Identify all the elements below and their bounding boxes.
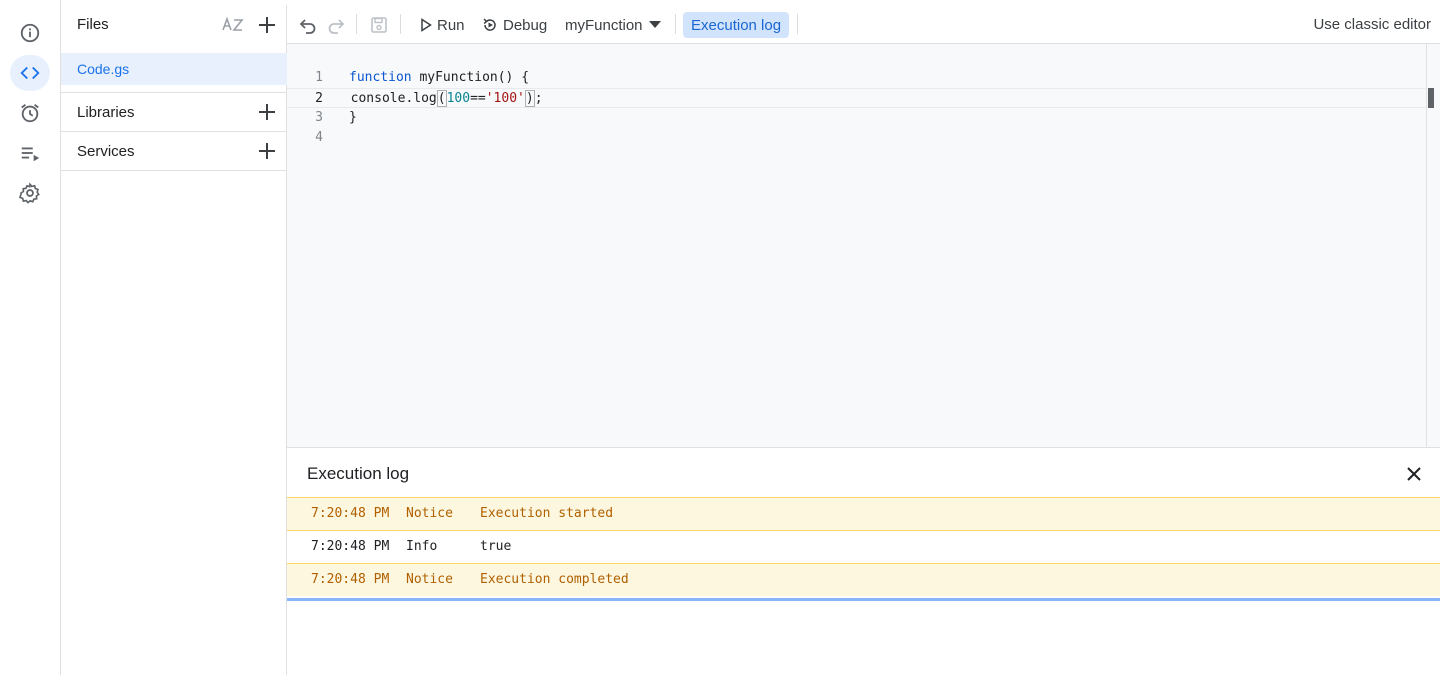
undo-button[interactable] xyxy=(299,12,317,38)
close-log-button[interactable] xyxy=(1402,462,1426,486)
log-row: 7:20:48 PM Info true xyxy=(287,530,1440,563)
bracket-token: ) xyxy=(524,90,535,107)
log-rows: 7:20:48 PM Notice Execution started 7:20… xyxy=(287,497,1440,596)
execution-log-title: Execution log xyxy=(307,464,410,483)
code-line: 1 function myFunction() { xyxy=(287,68,1426,88)
code-line-current: 2 console.log(100=='100'); xyxy=(287,88,1426,108)
services-label: Services xyxy=(77,143,135,160)
services-section: Services xyxy=(61,131,287,170)
undo-icon xyxy=(299,19,316,34)
save-button[interactable] xyxy=(370,12,388,38)
redo-icon xyxy=(328,19,345,34)
debug-label: Debug xyxy=(503,16,548,34)
triggers-button[interactable] xyxy=(10,95,50,131)
sort-files-button[interactable] xyxy=(221,13,245,37)
info-icon xyxy=(20,23,40,43)
function-select[interactable]: myFunction xyxy=(565,12,661,38)
log-time: 7:20:48 PM xyxy=(311,572,390,587)
plus-icon xyxy=(259,143,275,159)
dropdown-arrow-icon xyxy=(648,21,661,28)
overview-button[interactable] xyxy=(10,15,50,51)
line-number: 1 xyxy=(315,70,323,85)
files-panel: Files Code.gs Libraries Services xyxy=(61,5,287,675)
operator-token: == xyxy=(470,91,486,106)
sort-az-icon xyxy=(222,16,244,31)
executions-button[interactable] xyxy=(10,135,50,171)
function-select-value: myFunction xyxy=(565,16,643,34)
toolbar-separator xyxy=(797,14,798,34)
files-title: Files xyxy=(77,16,109,33)
run-label: Run xyxy=(437,16,465,34)
add-service-button[interactable] xyxy=(255,139,279,163)
editor-scrollbar[interactable] xyxy=(1426,44,1440,447)
debug-button[interactable]: Debug xyxy=(482,12,547,38)
close-icon xyxy=(1407,467,1421,481)
file-item-code-gs[interactable]: Code.gs xyxy=(61,53,287,85)
log-level: Info xyxy=(406,539,438,554)
code-line: 3 } xyxy=(287,108,1426,128)
string-token: '100' xyxy=(485,91,525,106)
debug-icon xyxy=(483,18,496,31)
executions-icon xyxy=(21,147,40,162)
execution-log-panel: Execution log 7:20:48 PM Notice Executio… xyxy=(287,447,1440,675)
scrollbar-thumb[interactable] xyxy=(1428,88,1434,108)
code-icon xyxy=(20,66,40,80)
code-text: } xyxy=(349,110,357,125)
code-token: myFunction() { xyxy=(411,70,530,85)
number-token: 100 xyxy=(446,91,471,106)
redo-button[interactable] xyxy=(327,12,345,38)
libraries-label: Libraries xyxy=(77,104,135,121)
code-token: ; xyxy=(534,91,543,106)
settings-gear-icon xyxy=(19,182,40,204)
use-classic-editor-link[interactable]: Use classic editor xyxy=(1313,16,1431,33)
code-token: console.log xyxy=(335,91,437,106)
plus-icon xyxy=(259,17,275,33)
section-divider xyxy=(61,170,287,171)
code-line: 4 xyxy=(287,128,1426,148)
log-level: Notice xyxy=(406,506,453,521)
alarm-clock-icon xyxy=(21,104,39,123)
line-number: 3 xyxy=(315,110,323,125)
project-settings-button[interactable] xyxy=(10,175,50,211)
apps-script-editor: Files Code.gs Libraries Services Run Deb… xyxy=(0,0,1440,675)
code-editor[interactable]: 1 function myFunction() { 2 console.log(… xyxy=(287,44,1426,447)
play-icon xyxy=(421,18,432,32)
log-time: 7:20:48 PM xyxy=(311,506,390,521)
bracket-token: ( xyxy=(436,90,447,107)
files-header: Files xyxy=(61,5,287,43)
log-time: 7:20:48 PM xyxy=(311,539,390,554)
log-message: Execution completed xyxy=(480,572,629,587)
line-number: 2 xyxy=(315,91,323,106)
run-button[interactable]: Run xyxy=(420,12,465,38)
left-rail xyxy=(0,0,61,675)
editor-button[interactable] xyxy=(10,55,50,91)
code-text: console.log(100=='100'); xyxy=(335,89,543,109)
code-text: function myFunction() { xyxy=(349,68,529,88)
toolbar-separator xyxy=(675,14,676,34)
libraries-section: Libraries xyxy=(61,92,287,131)
log-message: true xyxy=(480,539,512,554)
toolbar-separator xyxy=(356,14,357,34)
log-bottom-border xyxy=(287,598,1440,601)
plus-icon xyxy=(259,104,275,120)
execution-log-button[interactable]: Execution log xyxy=(683,12,790,38)
toolbar-separator xyxy=(400,14,401,34)
line-number: 4 xyxy=(315,130,323,145)
editor-toolbar: Run Debug myFunction Execution log Use c… xyxy=(287,5,1440,44)
keyword-token: function xyxy=(349,70,412,85)
log-row: 7:20:48 PM Notice Execution started xyxy=(287,497,1440,530)
add-library-button[interactable] xyxy=(255,100,279,124)
save-icon xyxy=(371,17,387,33)
log-message: Execution started xyxy=(480,506,614,521)
log-row: 7:20:48 PM Notice Execution completed xyxy=(287,563,1440,596)
add-file-button[interactable] xyxy=(255,13,279,37)
log-level: Notice xyxy=(406,572,453,587)
